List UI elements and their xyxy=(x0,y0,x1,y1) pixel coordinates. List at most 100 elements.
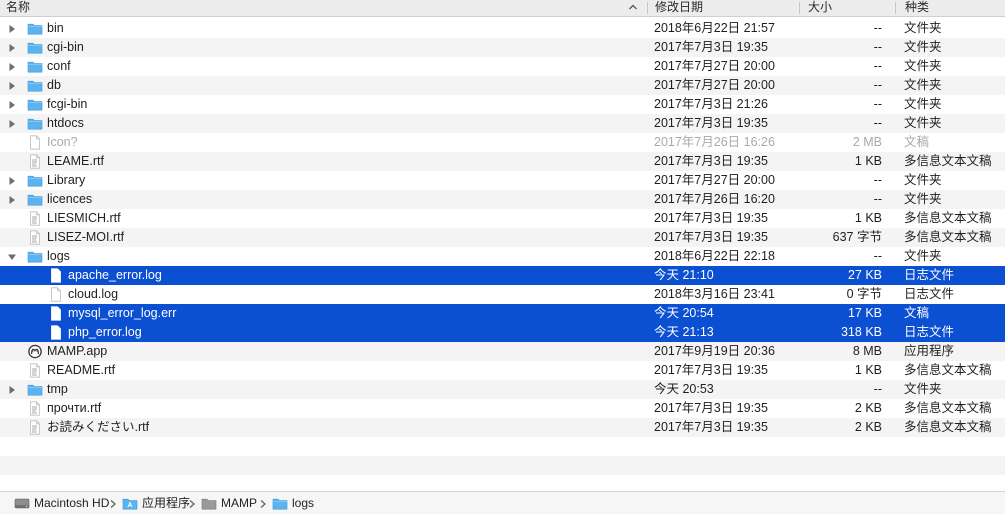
path-item[interactable]: logs xyxy=(272,495,314,512)
file-size: -- xyxy=(873,116,882,130)
column-divider[interactable] xyxy=(895,2,896,14)
file-kind: 文件夹 xyxy=(904,59,942,73)
file-kind: 文件夹 xyxy=(904,78,942,92)
path-item[interactable]: Macintosh HD xyxy=(14,495,109,512)
file-name[interactable]: php_error.log xyxy=(68,323,142,342)
sort-ascending-icon[interactable] xyxy=(627,1,639,13)
modified-date: 2017年7月3日 19:35 xyxy=(654,116,768,130)
file-row[interactable]: php_error.log 今天 21:13 318 KB 日志文件 xyxy=(0,323,1005,342)
file-size: -- xyxy=(873,97,882,111)
path-item-label: logs xyxy=(292,496,315,510)
folder-row[interactable]: cgi-bin 2017年7月3日 19:35 -- 文件夹 xyxy=(0,38,1005,57)
folder-row[interactable]: licences 2017年7月26日 16:20 -- 文件夹 xyxy=(0,190,1005,209)
file-name[interactable]: Icon? xyxy=(47,133,78,152)
column-divider[interactable] xyxy=(647,2,648,14)
file-row[interactable]: お読みください.rtf 2017年7月3日 19:35 2 KB 多信息文本文稿 xyxy=(0,418,1005,437)
empty-row xyxy=(0,456,1005,475)
document-icon xyxy=(48,325,64,340)
disclosure-triangle-collapsed-icon[interactable] xyxy=(7,24,17,34)
folder-icon xyxy=(27,382,43,397)
file-name[interactable]: db xyxy=(47,76,61,95)
file-name[interactable]: お読みください.rtf xyxy=(47,418,149,437)
file-name[interactable]: LEAME.rtf xyxy=(47,152,104,171)
document-icon xyxy=(48,287,64,302)
modified-date: 2017年7月27日 20:00 xyxy=(654,78,775,92)
file-row[interactable]: apache_error.log 今天 21:10 27 KB 日志文件 xyxy=(0,266,1005,285)
folder-row[interactable]: fcgi-bin 2017年7月3日 21:26 -- 文件夹 xyxy=(0,95,1005,114)
path-item[interactable]: MAMP xyxy=(201,495,257,512)
file-name[interactable]: bin xyxy=(47,19,64,38)
file-size: -- xyxy=(873,382,882,396)
disclosure-triangle-collapsed-icon[interactable] xyxy=(7,195,17,205)
disclosure-triangle-collapsed-icon[interactable] xyxy=(7,81,17,91)
folder-icon xyxy=(27,59,43,74)
folder-row[interactable]: htdocs 2017年7月3日 19:35 -- 文件夹 xyxy=(0,114,1005,133)
disclosure-triangle-collapsed-icon[interactable] xyxy=(7,100,17,110)
folder-row[interactable]: Library 2017年7月27日 20:00 -- 文件夹 xyxy=(0,171,1005,190)
column-divider[interactable] xyxy=(799,2,800,14)
app-icon xyxy=(27,344,43,359)
file-size: 2 KB xyxy=(854,401,882,415)
disclosure-triangle-collapsed-icon[interactable] xyxy=(7,43,17,53)
file-row[interactable]: LIESMICH.rtf 2017年7月3日 19:35 1 KB 多信息文本文稿 xyxy=(0,209,1005,228)
path-item[interactable]: 应用程序 xyxy=(122,495,190,512)
file-name[interactable]: licences xyxy=(47,190,92,209)
file-name[interactable]: LISEZ-MOI.rtf xyxy=(47,228,124,247)
file-name[interactable]: Library xyxy=(47,171,85,190)
folder-icon xyxy=(272,496,288,511)
file-kind: 文件夹 xyxy=(904,192,942,206)
path-item-label: 应用程序 xyxy=(142,496,191,510)
file-name[interactable]: htdocs xyxy=(47,114,84,133)
file-kind: 多信息文本文稿 xyxy=(904,211,992,225)
file-row[interactable]: cloud.log 2018年3月16日 23:41 0 字节 日志文件 xyxy=(0,285,1005,304)
file-name[interactable]: LIESMICH.rtf xyxy=(47,209,121,228)
folder-row[interactable]: logs 2018年6月22日 22:18 -- 文件夹 xyxy=(0,247,1005,266)
folder-row[interactable]: db 2017年7月27日 20:00 -- 文件夹 xyxy=(0,76,1005,95)
modified-date: 2017年7月26日 16:26 xyxy=(654,135,775,149)
file-name[interactable]: logs xyxy=(47,247,70,266)
file-name[interactable]: tmp xyxy=(47,380,68,399)
file-name[interactable]: conf xyxy=(47,57,71,76)
file-row[interactable]: LEAME.rtf 2017年7月3日 19:35 1 KB 多信息文本文稿 xyxy=(0,152,1005,171)
file-kind: 多信息文本文稿 xyxy=(904,363,992,377)
file-kind: 文件夹 xyxy=(904,116,942,130)
rtf-document-icon xyxy=(27,211,43,226)
folder-row[interactable]: tmp 今天 20:53 -- 文件夹 xyxy=(0,380,1005,399)
file-row[interactable]: LISEZ-MOI.rtf 2017年7月3日 19:35 637 字节 多信息文本文… xyxy=(0,228,1005,247)
file-kind: 文件夹 xyxy=(904,382,942,396)
column-header-kind[interactable]: 种类 xyxy=(905,0,929,16)
modified-date: 2017年7月26日 16:20 xyxy=(654,192,775,206)
folder-row[interactable]: conf 2017年7月27日 20:00 -- 文件夹 xyxy=(0,57,1005,76)
file-row[interactable]: прочти.rtf 2017年7月3日 19:35 2 KB 多信息文本文稿 xyxy=(0,399,1005,418)
disclosure-triangle-collapsed-icon[interactable] xyxy=(7,119,17,129)
disclosure-triangle-collapsed-icon[interactable] xyxy=(7,176,17,186)
column-header-size[interactable]: 大小 xyxy=(808,0,832,16)
file-size: 0 字节 xyxy=(846,287,882,301)
column-header-name[interactable]: 名称 xyxy=(6,0,30,16)
folder-icon xyxy=(27,78,43,93)
modified-date: 2017年9月19日 20:36 xyxy=(654,344,775,358)
disclosure-triangle-collapsed-icon[interactable] xyxy=(7,62,17,72)
applications-folder-icon xyxy=(122,496,138,511)
file-name[interactable]: cloud.log xyxy=(68,285,118,304)
file-row[interactable]: README.rtf 2017年7月3日 19:35 1 KB 多信息文本文稿 xyxy=(0,361,1005,380)
disclosure-triangle-collapsed-icon[interactable] xyxy=(7,385,17,395)
rtf-document-icon xyxy=(27,363,43,378)
file-name[interactable]: прочти.rtf xyxy=(47,399,101,418)
file-name[interactable]: mysql_error_log.err xyxy=(68,304,176,323)
disclosure-triangle-expanded-icon[interactable] xyxy=(7,252,17,262)
file-row[interactable]: mysql_error_log.err 今天 20:54 17 KB 文稿 xyxy=(0,304,1005,323)
folder-row[interactable]: bin 2018年6月22日 21:57 -- 文件夹 xyxy=(0,19,1005,38)
file-kind: 文稿 xyxy=(904,135,930,149)
file-name[interactable]: apache_error.log xyxy=(68,266,162,285)
file-name[interactable]: cgi-bin xyxy=(47,38,84,57)
file-row[interactable]: Icon? 2017年7月26日 16:26 2 MB 文稿 xyxy=(0,133,1005,152)
file-name[interactable]: MAMP.app xyxy=(47,342,107,361)
file-row[interactable]: MAMP.app 2017年9月19日 20:36 8 MB 应用程序 xyxy=(0,342,1005,361)
column-header-date[interactable]: 修改日期 xyxy=(655,0,703,16)
file-name[interactable]: README.rtf xyxy=(47,361,115,380)
file-size: 17 KB xyxy=(847,306,882,320)
file-kind: 多信息文本文稿 xyxy=(904,230,992,244)
modified-date: 今天 21:10 xyxy=(654,268,714,282)
file-name[interactable]: fcgi-bin xyxy=(47,95,87,114)
